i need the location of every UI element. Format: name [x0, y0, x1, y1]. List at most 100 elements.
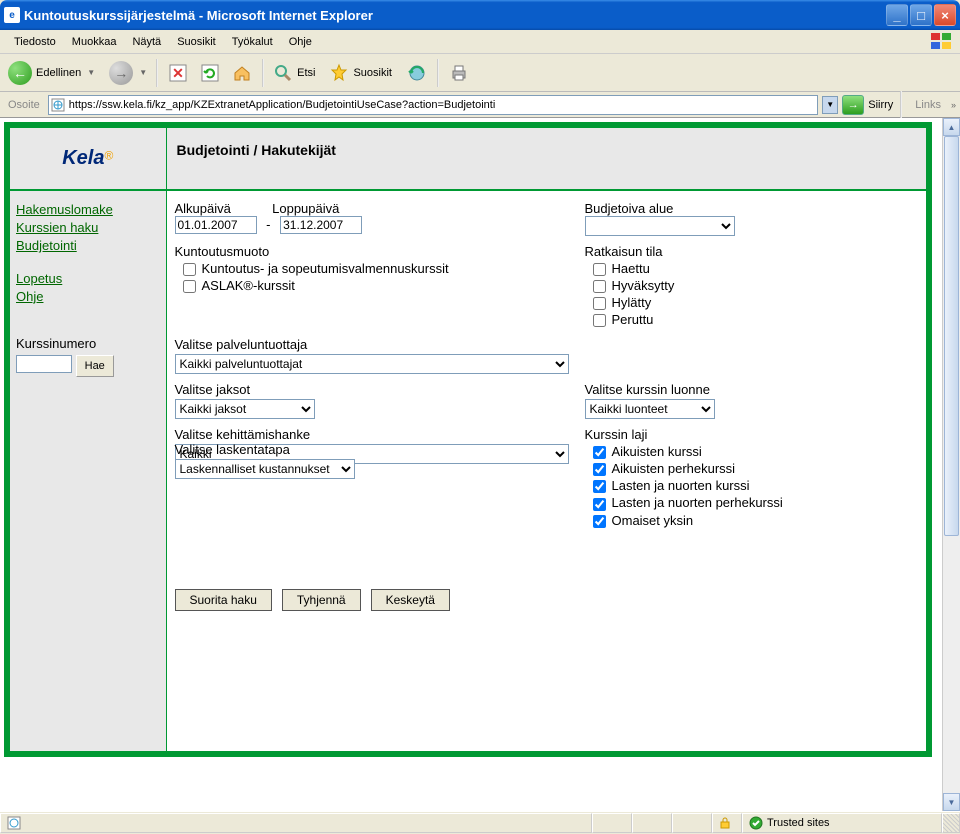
- history-button[interactable]: [402, 58, 432, 88]
- refresh-button[interactable]: [195, 58, 225, 88]
- menu-tyokalut[interactable]: Työkalut: [224, 34, 281, 50]
- stop-button[interactable]: ✕: [163, 58, 193, 88]
- forward-dropdown-icon[interactable]: ▼: [139, 68, 147, 77]
- sidebar-nav: Hakemuslomake Kurssien haku Budjetointi …: [10, 190, 166, 751]
- nav-budjetointi[interactable]: Budjetointi: [16, 237, 160, 255]
- kl-aikuisten-kurssi-checkbox[interactable]: [593, 446, 606, 459]
- kl-lasten-kurssi-checkbox[interactable]: [593, 480, 606, 493]
- tyhjenna-button[interactable]: Tyhjennä: [282, 589, 361, 611]
- nav-lopetus[interactable]: Lopetus: [16, 270, 160, 288]
- kehittamishanke-label: Valitse kehittämishanke: [175, 427, 585, 442]
- kl-opt2-label: Aikuisten perhekurssi: [612, 461, 736, 476]
- loppupaiva-input[interactable]: [280, 216, 362, 234]
- forward-button[interactable]: → ▼: [105, 58, 151, 88]
- stop-icon: ✕: [168, 63, 188, 83]
- go-label: Siirry: [868, 99, 893, 111]
- palveluntuottaja-select[interactable]: Kaikki palveluntuottajat: [175, 354, 569, 374]
- printer-icon: [449, 63, 469, 83]
- menu-nayta[interactable]: Näytä: [124, 34, 169, 50]
- maximize-button[interactable]: □: [910, 4, 932, 26]
- jaksot-label: Valitse jaksot: [175, 382, 585, 397]
- status-lock-seg: [712, 813, 742, 833]
- keskeyta-button[interactable]: Keskeytä: [371, 589, 450, 611]
- nav-kurssien-haku[interactable]: Kurssien haku: [16, 219, 160, 237]
- favorites-label: Suosikit: [353, 67, 392, 79]
- hae-button[interactable]: Hae: [76, 355, 114, 377]
- kl-lasten-perhekurssi-checkbox[interactable]: [593, 498, 606, 511]
- forward-arrow-icon: →: [109, 61, 133, 85]
- links-chevron-icon[interactable]: »: [951, 100, 956, 110]
- scroll-up-button[interactable]: ▲: [943, 118, 960, 136]
- nav-ohje[interactable]: Ohje: [16, 288, 160, 306]
- rt-hyvaksytty-checkbox[interactable]: [593, 280, 606, 293]
- laskentatapa-select[interactable]: Laskennalliset kustannukset: [175, 459, 355, 479]
- kuntoutusmuoto-label: Kuntoutusmuoto: [175, 244, 585, 259]
- ratkaisun-tila-label: Ratkaisun tila: [585, 244, 919, 259]
- kl-omaiset-yksin-checkbox[interactable]: [593, 515, 606, 528]
- back-dropdown-icon[interactable]: ▼: [87, 68, 95, 77]
- windows-flag-icon: [930, 32, 954, 52]
- back-arrow-icon: ←: [8, 61, 32, 85]
- minimize-button[interactable]: _: [886, 4, 908, 26]
- window-title: Kuntoutuskurssijärjestelmä - Microsoft I…: [24, 8, 884, 23]
- menu-tiedosto[interactable]: Tiedosto: [6, 34, 64, 50]
- kl-aikuisten-perhekurssi-checkbox[interactable]: [593, 463, 606, 476]
- rt-opt2-label: Hyväksytty: [612, 278, 675, 293]
- favorites-button[interactable]: Suosikit: [325, 58, 400, 88]
- kurssinumero-input[interactable]: [16, 355, 72, 373]
- url-dropdown-button[interactable]: ▼: [822, 96, 838, 114]
- status-seg-3: [672, 813, 712, 833]
- kurssin-laji-label: Kurssin laji: [585, 427, 919, 442]
- close-button[interactable]: ×: [934, 4, 956, 26]
- km-opt2-label: ASLAK®-kurssit: [202, 278, 295, 293]
- menu-ohje[interactable]: Ohje: [281, 34, 320, 50]
- alkupaiva-input[interactable]: [175, 216, 257, 234]
- page-title: Budjetointi / Hakutekijät: [166, 128, 926, 190]
- kl-opt4-label: Lasten ja nuorten perhekurssi: [612, 495, 783, 510]
- scroll-down-button[interactable]: ▼: [943, 793, 960, 811]
- rt-hylatty-checkbox[interactable]: [593, 297, 606, 310]
- url-input-container[interactable]: https://ssw.kela.fi/kz_app/KZExtranetApp…: [48, 95, 818, 115]
- budjetoiva-alue-label: Budjetoiva alue: [585, 201, 919, 216]
- url-text[interactable]: https://ssw.kela.fi/kz_app/KZExtranetApp…: [69, 99, 815, 111]
- km-kuntoutus-checkbox[interactable]: [183, 263, 196, 276]
- ie-app-icon: e: [4, 7, 20, 23]
- home-button[interactable]: [227, 58, 257, 88]
- search-icon: [273, 63, 293, 83]
- rt-opt3-label: Hylätty: [612, 295, 652, 310]
- status-seg-2: [632, 813, 672, 833]
- separator: [437, 59, 439, 87]
- suorita-haku-button[interactable]: Suorita haku: [175, 589, 272, 611]
- scroll-thumb[interactable]: [944, 136, 959, 536]
- address-bar: Osoite https://ssw.kela.fi/kz_app/KZExtr…: [0, 92, 960, 118]
- status-zone: Trusted sites: [742, 813, 942, 833]
- kl-opt3-label: Lasten ja nuorten kurssi: [612, 478, 750, 493]
- jaksot-select[interactable]: Kaikki jaksot: [175, 399, 315, 419]
- lock-icon: [719, 817, 731, 829]
- logo-cell: Kela®: [10, 128, 166, 190]
- rt-haettu-checkbox[interactable]: [593, 263, 606, 276]
- menu-suosikit[interactable]: Suosikit: [169, 34, 224, 50]
- km-aslak-checkbox[interactable]: [183, 280, 196, 293]
- back-button[interactable]: ← Edellinen ▼: [4, 58, 103, 88]
- vertical-scrollbar[interactable]: ▲ ▼: [942, 118, 960, 811]
- km-opt1-label: Kuntoutus- ja sopeutumisvalmennuskurssit: [202, 261, 449, 276]
- resize-grip[interactable]: [942, 813, 960, 833]
- nav-hakemuslomake[interactable]: Hakemuslomake: [16, 201, 160, 219]
- menu-muokkaa[interactable]: Muokkaa: [64, 34, 125, 50]
- print-button[interactable]: [444, 58, 474, 88]
- history-icon: [407, 63, 427, 83]
- links-label[interactable]: Links: [909, 99, 947, 111]
- go-button[interactable]: →: [842, 95, 864, 115]
- kurssin-luonne-label: Valitse kurssin luonne: [585, 382, 919, 397]
- rt-peruttu-checkbox[interactable]: [593, 314, 606, 327]
- palveluntuottaja-label: Valitse palveluntuottaja: [175, 337, 585, 352]
- separator: [262, 59, 264, 87]
- kurssinumero-label: Kurssinumero: [16, 336, 160, 351]
- menu-bar: Tiedosto Muokkaa Näytä Suosikit Työkalut…: [0, 30, 960, 54]
- kurssin-luonne-select[interactable]: Kaikki luonteet: [585, 399, 715, 419]
- budjetoiva-alue-select[interactable]: [585, 216, 735, 236]
- search-label: Etsi: [297, 67, 315, 79]
- search-button[interactable]: Etsi: [269, 58, 323, 88]
- status-seg-1: [592, 813, 632, 833]
